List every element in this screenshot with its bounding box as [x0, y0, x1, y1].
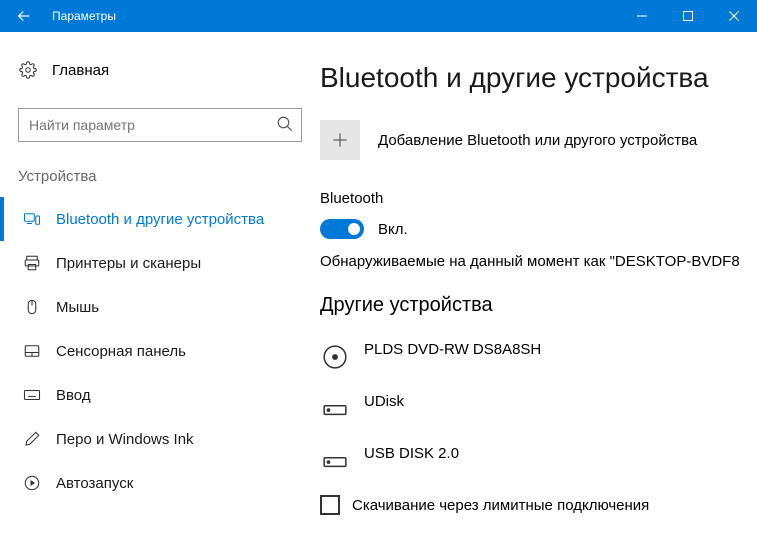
nav-label: Bluetooth и другие устройства: [56, 211, 264, 228]
nav-label: Сенсорная панель: [56, 343, 186, 360]
printer-icon: [22, 254, 42, 272]
arrow-left-icon: [15, 7, 33, 25]
page-title: Bluetooth и другие устройства: [320, 62, 757, 94]
metered-checkbox[interactable]: [320, 495, 340, 515]
nav-label: Перо и Windows Ink: [56, 431, 194, 448]
content: Bluetooth и другие устройства Добавление…: [320, 32, 757, 538]
metered-label: Скачивание через лимитные подключения: [352, 497, 649, 514]
home-label: Главная: [52, 62, 109, 79]
pen-icon: [22, 430, 42, 448]
other-devices-heading: Другие устройства: [320, 294, 757, 317]
disc-icon: [320, 344, 350, 370]
minimize-button[interactable]: [619, 0, 665, 32]
bluetooth-toggle[interactable]: [320, 219, 364, 239]
add-device-button[interactable]: Добавление Bluetooth или другого устройс…: [320, 120, 757, 160]
bluetooth-toggle-row: Вкл.: [320, 219, 757, 239]
device-name: PLDS DVD-RW DS8A8SH: [364, 341, 541, 374]
touchpad-icon: [22, 342, 42, 360]
nav-label: Ввод: [56, 387, 91, 404]
nav-label: Мышь: [56, 299, 99, 316]
drive-icon: [320, 396, 350, 422]
category-label: Устройства: [0, 168, 320, 185]
back-button[interactable]: [0, 0, 48, 32]
device-row[interactable]: UDisk: [320, 383, 757, 435]
discoverable-text: Обнаруживаемые на данный момент как "DES…: [320, 253, 757, 270]
search-container: [18, 108, 302, 142]
toggle-state-label: Вкл.: [378, 221, 408, 238]
nav-autoplay[interactable]: Автозапуск: [0, 461, 320, 505]
maximize-button[interactable]: [665, 0, 711, 32]
home-nav[interactable]: Главная: [0, 50, 320, 90]
nav-mouse[interactable]: Мышь: [0, 285, 320, 329]
maximize-icon: [683, 11, 693, 21]
autoplay-icon: [22, 474, 42, 492]
metered-row: Скачивание через лимитные подключения: [320, 495, 757, 515]
window-title: Параметры: [52, 9, 619, 23]
titlebar: Параметры: [0, 0, 757, 32]
device-name: UDisk: [364, 393, 404, 426]
nav-label: Принтеры и сканеры: [56, 255, 201, 272]
nav-pen[interactable]: Перо и Windows Ink: [0, 417, 320, 461]
device-name: USB DISK 2.0: [364, 445, 459, 478]
mouse-icon: [22, 298, 42, 316]
sidebar: Главная Устройства Bluetooth и другие ус…: [0, 32, 320, 538]
nav-printers[interactable]: Принтеры и сканеры: [0, 241, 320, 285]
device-row[interactable]: USB DISK 2.0: [320, 435, 757, 487]
keyboard-icon: [22, 386, 42, 404]
minimize-icon: [637, 11, 647, 21]
nav-typing[interactable]: Ввод: [0, 373, 320, 417]
close-button[interactable]: [711, 0, 757, 32]
bluetooth-label: Bluetooth: [320, 190, 757, 207]
close-icon: [729, 11, 739, 21]
device-row[interactable]: PLDS DVD-RW DS8A8SH: [320, 331, 757, 383]
search-input[interactable]: [18, 108, 302, 142]
toggle-knob: [348, 223, 360, 235]
window-controls: [619, 0, 757, 32]
search-icon: [276, 115, 294, 133]
nav-bluetooth[interactable]: Bluetooth и другие устройства: [0, 197, 320, 241]
devices-icon: [22, 210, 42, 228]
nav-label: Автозапуск: [56, 475, 133, 492]
plus-icon: [320, 120, 360, 160]
add-device-label: Добавление Bluetooth или другого устройс…: [378, 132, 697, 149]
gear-icon: [18, 61, 38, 79]
drive-icon: [320, 448, 350, 474]
nav-touchpad[interactable]: Сенсорная панель: [0, 329, 320, 373]
